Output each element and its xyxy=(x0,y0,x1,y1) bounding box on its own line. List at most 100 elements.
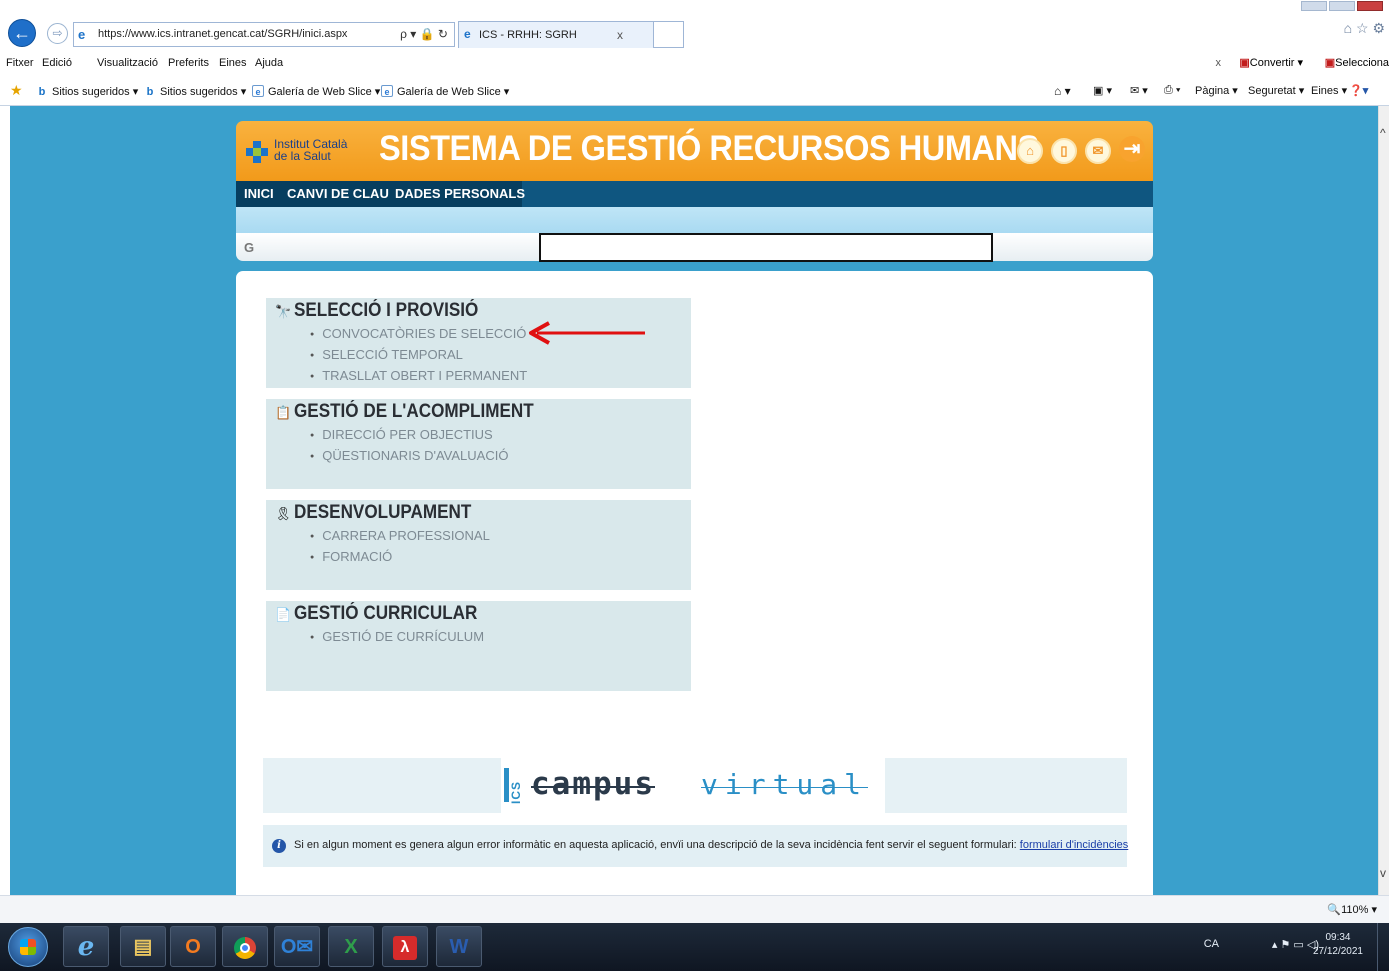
address-bar[interactable]: e https://www.ics.intranet.gencat.cat/SG… xyxy=(73,22,455,47)
home-star-gear-icons[interactable]: ⌂ ☆ ⚙ xyxy=(1344,20,1385,37)
fav-suggested-2[interactable]: b Sitios sugeridos ▾ xyxy=(144,85,247,98)
new-tab-button[interactable] xyxy=(654,21,684,48)
menu-edicio[interactable]: Edició xyxy=(42,57,72,69)
logo-text: Institut Català de la Salut xyxy=(274,137,348,163)
convert-button[interactable]: ▣Convertir ▾ xyxy=(1239,56,1303,69)
menu-ajuda[interactable]: Ajuda xyxy=(255,57,283,69)
word-icon[interactable]: W xyxy=(436,926,482,967)
bing-icon: b xyxy=(38,86,46,98)
user-refresh-icon: G xyxy=(244,240,255,255)
home-icon[interactable]: ⌂ xyxy=(1017,138,1043,164)
pdf-convert-icon: ▣ xyxy=(1239,57,1250,69)
clipboard-icon: 📋 xyxy=(275,405,292,420)
redacted-user-info xyxy=(539,233,993,262)
section-title: DESENVOLUPAMENT xyxy=(294,502,472,523)
feeds-icon[interactable]: ▣ ▾ xyxy=(1093,84,1112,97)
menu-preferits[interactable]: Preferits xyxy=(168,57,209,69)
menu-eines-cmd[interactable]: Eines ▾ xyxy=(1311,84,1347,97)
print-icon[interactable]: ⎙ ▾ xyxy=(1164,84,1180,97)
start-button[interactable] xyxy=(8,927,48,967)
menu-seguretat[interactable]: Seguretat ▾ xyxy=(1248,84,1304,97)
info-text: Si en algun moment es genera algun error… xyxy=(294,839,1129,851)
forward-button[interactable]: ⇨ xyxy=(47,23,68,44)
menu-eines[interactable]: Eines xyxy=(219,57,247,69)
info-notice: i Si en algun moment es genera algun err… xyxy=(263,825,1129,867)
menu-pagina[interactable]: Pàgina ▾ xyxy=(1195,84,1238,97)
link-carrera-professional[interactable]: CARRERA PROFESSIONAL xyxy=(310,528,490,549)
toolbar-close-icon[interactable]: x xyxy=(1216,57,1222,69)
favorites-bar: ★ b Sitios sugeridos ▾ b Sitios sugeridos … xyxy=(0,76,1389,106)
campus-word: campus xyxy=(531,766,655,802)
campus-virtual-banner[interactable]: ICS campus virtual xyxy=(263,758,1127,813)
select-button[interactable]: ▣Selecciona xyxy=(1325,56,1389,69)
maximize-button[interactable] xyxy=(1329,1,1355,11)
url-text[interactable]: https://www.ics.intranet.gencat.cat/SGRH… xyxy=(98,28,347,40)
acrobat-icon[interactable]: λ xyxy=(382,926,428,967)
tab-close-icon[interactable]: x xyxy=(617,28,623,42)
zoom-control[interactable]: 🔍110% ▾ xyxy=(1327,903,1377,916)
link-questionaris[interactable]: QÜESTIONARIS D'AVALUACIÓ xyxy=(310,448,508,469)
pdf-select-icon: ▣ xyxy=(1324,57,1336,69)
minimize-button[interactable] xyxy=(1301,1,1327,11)
menu-visualitzacio[interactable]: Visualització xyxy=(97,57,158,69)
incidents-form-link[interactable]: formulari d'incidències xyxy=(1020,839,1128,851)
award-icon: 🎗 xyxy=(275,506,292,521)
show-desktop-button[interactable] xyxy=(1377,923,1389,971)
ie-tab-icon: e xyxy=(464,27,471,41)
help-icon[interactable]: ❓▾ xyxy=(1349,84,1368,97)
header-icons: ⌂ ▯ ✉ ⇥ xyxy=(1009,136,1145,164)
link-direccio-objectius[interactable]: DIRECCIÓ PER OBJECTIUS xyxy=(310,427,508,448)
binoculars-icon: 🔭 xyxy=(275,304,292,319)
virtual-word: virtual xyxy=(701,768,869,801)
back-button[interactable]: ← xyxy=(8,19,36,47)
favorites-star-icon[interactable]: ★ xyxy=(10,82,23,99)
scroll-down-icon[interactable]: v xyxy=(1380,866,1386,880)
web-slice-icon: e xyxy=(381,85,393,97)
section-desenvolupament: 🎗 DESENVOLUPAMENT CARRERA PROFESSIONAL F… xyxy=(266,500,691,590)
scroll-up-icon[interactable]: ^ xyxy=(1380,126,1386,140)
main-nav: INICI CANVI DE CLAU DADES PERSONALS xyxy=(236,181,1153,207)
nav-dades-personals[interactable]: DADES PERSONALS xyxy=(395,186,525,201)
book-icon[interactable]: ▯ xyxy=(1051,138,1077,164)
mail-icon[interactable]: ✉ ▾ xyxy=(1130,84,1148,97)
office-icon[interactable]: O xyxy=(170,926,216,967)
section-acompliment: 📋 GESTIÓ DE L'ACOMPLIMENT DIRECCIÓ PER O… xyxy=(266,399,691,489)
tray-icons[interactable]: ▴ ⚑ ▭ ◁) xyxy=(1272,938,1319,951)
clock[interactable]: 09:34 27/12/2021 xyxy=(1313,931,1363,959)
outlook-icon[interactable]: O✉ xyxy=(274,926,320,967)
red-arrow-annotation xyxy=(529,321,645,345)
close-window-button[interactable] xyxy=(1357,1,1383,11)
vertical-scrollbar[interactable]: ^ v xyxy=(1378,106,1389,895)
app-header: Institut Català de la Salut SISTEMA DE G… xyxy=(236,121,1153,181)
tab-sgrh[interactable]: e ICS - RRHH: SGRH x xyxy=(458,21,654,48)
link-convocatories[interactable]: CONVOCATÒRIES DE SELECCIÓ xyxy=(310,326,527,347)
fav-webslice-2[interactable]: e Galería de Web Slice ▾ xyxy=(381,85,509,98)
url-controls[interactable]: ρ ▾ 🔒 ↻ xyxy=(400,27,448,41)
nav-inici[interactable]: INICI xyxy=(244,186,274,201)
link-trasllat[interactable]: TRASLLAT OBERT I PERMANENT xyxy=(310,368,527,389)
ie-page-icon: e xyxy=(78,27,86,42)
bing-icon: b xyxy=(146,86,154,98)
link-formacio[interactable]: FORMACIÓ xyxy=(310,549,490,570)
section-title: SELECCIÓ I PROVISIÓ xyxy=(294,300,479,321)
chrome-icon[interactable] xyxy=(222,926,268,967)
ics-logo[interactable]: Institut Català de la Salut xyxy=(246,133,347,167)
link-gestio-curriculum[interactable]: GESTIÓ DE CURRÍCULUM xyxy=(310,629,484,650)
windows-taskbar: e ▤ O O✉ X λ W CA ▴ ⚑ ▭ ◁) 09:34 27/12/2… xyxy=(0,923,1389,971)
logout-icon[interactable]: ⇥ xyxy=(1119,136,1145,162)
file-explorer-icon[interactable]: ▤ xyxy=(120,926,166,967)
campus-virtual-logo[interactable]: ICS campus virtual xyxy=(501,758,885,813)
fav-suggested-1[interactable]: b Sitios sugeridos ▾ xyxy=(36,85,139,98)
menu-bar: Fitxer Edició Visualització Preferits Ei… xyxy=(0,50,1389,76)
fav-webslice-1[interactable]: e Galería de Web Slice ▾ xyxy=(252,85,380,98)
menu-fitxer[interactable]: Fitxer xyxy=(6,57,34,69)
mail-icon[interactable]: ✉ xyxy=(1085,138,1111,164)
language-indicator[interactable]: CA xyxy=(1204,938,1219,950)
excel-icon[interactable]: X xyxy=(328,926,374,967)
tab-title: ICS - RRHH: SGRH xyxy=(479,29,577,41)
link-seleccio-temporal[interactable]: SELECCIÓ TEMPORAL xyxy=(310,347,527,368)
section-title: GESTIÓ DE L'ACOMPLIMENT xyxy=(294,401,534,422)
internet-explorer-icon[interactable]: e xyxy=(63,926,109,967)
nav-canvi-de-clau[interactable]: CANVI DE CLAU xyxy=(287,186,389,201)
home-icon[interactable]: ⌂ ▾ xyxy=(1054,84,1071,98)
